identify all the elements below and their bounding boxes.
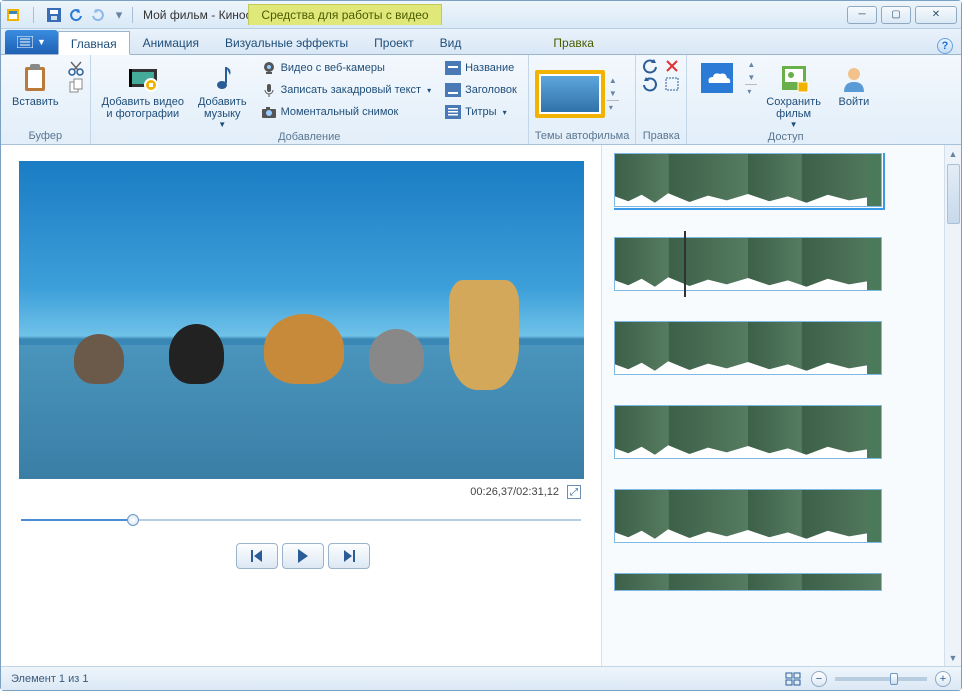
zoom-slider[interactable] <box>835 677 927 681</box>
webcam-button[interactable]: Видео с веб-камеры <box>256 58 437 78</box>
titlebar: ▾ Мой фильм - Киностудия Средства для ра… <box>1 1 961 29</box>
caption-icon <box>445 82 461 98</box>
webcam-icon <box>261 60 277 76</box>
quick-access-toolbar: ▾ <box>5 7 126 23</box>
signin-button[interactable]: Войти <box>830 58 878 109</box>
preview-monitor[interactable] <box>19 161 584 479</box>
credits-button[interactable]: Титры▾ <box>440 102 522 122</box>
playhead[interactable] <box>684 231 686 297</box>
share-scroll-down-icon[interactable]: ▼ <box>745 71 757 84</box>
clip[interactable] <box>614 489 882 543</box>
tab-project[interactable]: Проект <box>361 30 427 54</box>
help-icon[interactable]: ? <box>937 38 953 54</box>
play-button[interactable] <box>282 543 324 569</box>
status-item-counter: Элемент 1 из 1 <box>11 673 88 685</box>
group-clipboard: Вставить Буфер <box>1 55 91 144</box>
add-media-button[interactable]: Добавить видео и фотографии <box>97 58 189 121</box>
automovie-theme-thumbnail[interactable] <box>535 70 605 118</box>
minimize-button[interactable]: ─ <box>847 6 877 24</box>
window-controls: ─ ▢ ✕ <box>847 6 957 24</box>
title-icon <box>445 60 461 76</box>
playback-controls <box>19 543 587 569</box>
group-share: ▲ ▼ ▾ Сохранить фильм ▼ Войти Доступ <box>687 55 884 144</box>
fullscreen-icon[interactable]: ⤢ <box>567 485 581 499</box>
scroll-up-icon[interactable]: ▲ <box>945 145 961 162</box>
qat-dropdown-icon[interactable]: ▾ <box>112 8 126 22</box>
cloud-icon <box>701 62 733 94</box>
theme-scroll-up-icon[interactable]: ▲ <box>607 74 619 87</box>
cut-icon[interactable] <box>68 60 84 76</box>
share-scroll-up-icon[interactable]: ▲ <box>745 58 757 71</box>
storyboard-scrollbar[interactable]: ▲ ▼ <box>944 145 961 666</box>
undo-icon[interactable] <box>68 7 84 23</box>
zoom-in-button[interactable]: + <box>935 671 951 687</box>
save-icon[interactable] <box>46 7 62 23</box>
copy-icon[interactable] <box>68 78 84 94</box>
group-edit: Правка <box>636 55 687 144</box>
redo-icon[interactable] <box>90 7 106 23</box>
file-menu-button[interactable]: ▼ <box>5 30 58 54</box>
ribbon: Вставить Буфер Добавить видео и фотограф… <box>1 55 961 145</box>
storyboard-track[interactable] <box>614 153 939 666</box>
share-gallery-expand-icon[interactable]: ▾ <box>745 84 757 98</box>
tab-home[interactable]: Главная <box>58 31 130 55</box>
select-all-icon[interactable] <box>664 76 680 92</box>
credits-icon <box>445 104 461 120</box>
clip[interactable] <box>614 237 882 291</box>
clip[interactable] <box>614 153 882 207</box>
remove-icon[interactable] <box>664 58 680 74</box>
contextual-tab-header: Средства для работы с видео <box>248 4 441 25</box>
statusbar: Элемент 1 из 1 − + <box>1 666 961 690</box>
user-icon <box>838 62 870 94</box>
group-add: Добавить видео и фотографии Добавить муз… <box>91 55 529 144</box>
storyboard-pane: ▲ ▼ <box>601 145 961 666</box>
scroll-down-icon[interactable]: ▼ <box>945 649 961 666</box>
clipboard-icon <box>19 62 51 94</box>
rotate-left-icon[interactable] <box>642 58 658 74</box>
next-frame-button[interactable] <box>328 543 370 569</box>
add-music-button[interactable]: Добавить музыку ▼ <box>193 58 252 130</box>
time-display: 00:26,37/02:31,12 ⤢ <box>19 485 587 499</box>
workspace: 00:26,37/02:31,12 ⤢ <box>1 145 961 666</box>
tab-view[interactable]: Вид <box>427 30 475 54</box>
microphone-icon <box>261 82 277 98</box>
ribbon-tab-strip: ▼ Главная Анимация Визуальные эффекты Пр… <box>1 29 961 55</box>
close-button[interactable]: ✕ <box>915 6 957 24</box>
prev-frame-button[interactable] <box>236 543 278 569</box>
clip[interactable] <box>614 573 882 591</box>
camera-icon <box>261 104 277 120</box>
scroll-thumb[interactable] <box>947 164 960 224</box>
clip[interactable] <box>614 405 882 459</box>
clip[interactable] <box>614 321 882 375</box>
music-note-icon <box>206 62 238 94</box>
tab-animation[interactable]: Анимация <box>130 30 212 54</box>
theme-scroll-down-icon[interactable]: ▼ <box>607 87 619 100</box>
preview-seek-slider[interactable] <box>21 513 581 527</box>
title-button[interactable]: Название <box>440 58 522 78</box>
theme-gallery-expand-icon[interactable]: ▾ <box>607 100 619 114</box>
filmstrip-icon <box>127 62 159 94</box>
preview-pane: 00:26,37/02:31,12 ⤢ <box>1 145 601 666</box>
app-icon <box>5 7 21 23</box>
group-themes: ▲ ▼ ▾ Темы автофильма <box>529 55 637 144</box>
thumbnail-view-icon[interactable] <box>785 671 801 687</box>
snapshot-button[interactable]: Моментальный снимок <box>256 102 437 122</box>
narration-button[interactable]: Записать закадровый текст▾ <box>256 80 437 100</box>
tab-edit-video[interactable]: Правка <box>540 30 607 54</box>
save-movie-icon <box>778 62 810 94</box>
maximize-button[interactable]: ▢ <box>881 6 911 24</box>
zoom-out-button[interactable]: − <box>811 671 827 687</box>
rotate-right-icon[interactable] <box>642 76 658 92</box>
caption-button[interactable]: Заголовок <box>440 80 522 100</box>
save-movie-button[interactable]: Сохранить фильм ▼ <box>761 58 826 130</box>
paste-button[interactable]: Вставить <box>7 58 64 109</box>
tab-visual-effects[interactable]: Визуальные эффекты <box>212 30 361 54</box>
onedrive-button[interactable] <box>693 58 741 95</box>
